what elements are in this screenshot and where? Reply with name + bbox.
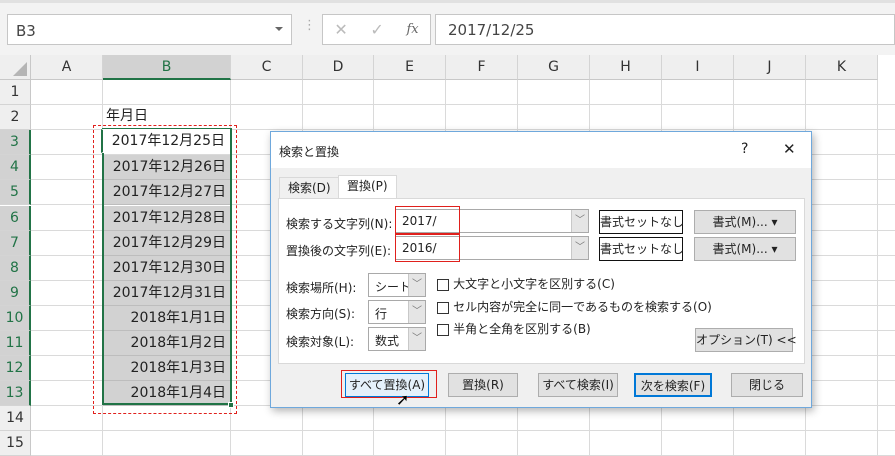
highlight-box xyxy=(341,370,437,398)
enter-icon[interactable]: ✓ xyxy=(370,20,383,39)
dialog-title: 検索と置換 xyxy=(279,145,340,159)
within-select[interactable]: シート ﹀ xyxy=(368,273,426,297)
formula-buttons: ✕ ✓ fx xyxy=(322,14,431,45)
search-value: 行 xyxy=(375,307,388,321)
row-header-15[interactable]: 15 xyxy=(0,431,31,456)
replace-label: 置換後の文字列(E): xyxy=(286,244,391,258)
row-header-3[interactable]: 3 xyxy=(0,130,31,156)
column-header-G[interactable]: G xyxy=(518,55,590,80)
column-header-H[interactable]: H xyxy=(590,55,662,80)
chevron-down-icon[interactable]: ﹀ xyxy=(408,301,425,323)
lookin-select[interactable]: 数式 ﹀ xyxy=(368,327,426,351)
mouse-cursor-icon: ➚ xyxy=(396,390,410,409)
options-button[interactable]: オプション(T) << xyxy=(695,328,797,352)
row-header-13[interactable]: 13 xyxy=(0,381,31,407)
replace-format-status: 書式セットなし xyxy=(599,237,684,261)
row-header-1[interactable]: 1 xyxy=(0,80,31,105)
option-label: セル内容が完全に同一であるものを検索する(O) xyxy=(453,300,712,314)
find-replace-dialog: 検索と置換 ? ✕ 検索(D) 置換(P) 検索する文字列(N): 2017/﹀… xyxy=(270,131,812,408)
search-select[interactable]: 行 ﹀ xyxy=(368,300,426,324)
row-header-12[interactable]: 12 xyxy=(0,356,31,382)
within-label: 検索場所(H): xyxy=(286,281,357,295)
dialog-titlebar: 検索と置換 ? ✕ xyxy=(271,132,811,168)
replace-button[interactable]: 置換(R) xyxy=(448,373,518,397)
fill-handle[interactable] xyxy=(228,402,234,408)
gridline xyxy=(31,104,895,105)
find-format-button[interactable]: 書式(M)... ▾ xyxy=(694,210,796,234)
option-label: 大文字と小文字を区別する(C) xyxy=(453,277,615,291)
row-header-6[interactable]: 6 xyxy=(0,205,31,231)
find-format-status: 書式セットなし xyxy=(599,210,684,234)
column-header-F[interactable]: F xyxy=(446,55,518,80)
row-header-5[interactable]: 5 xyxy=(0,180,31,206)
select-all-button[interactable] xyxy=(0,55,31,80)
replace-panel: 検索する文字列(N): 2017/﹀ 書式セットなし 書式(M)... ▾ 置換… xyxy=(278,198,805,364)
row-header-4[interactable]: 4 xyxy=(0,155,31,181)
search-label: 検索方向(S): xyxy=(286,307,356,321)
option-label: 半角と全角を区別する(B) xyxy=(453,322,591,336)
find-label: 検索する文字列(N): xyxy=(286,217,393,231)
selection-border xyxy=(102,128,232,405)
column-header-B[interactable]: B xyxy=(103,55,231,80)
checkbox[interactable] xyxy=(437,301,449,314)
name-box-value: B3 xyxy=(16,22,36,40)
column-header-A[interactable]: A xyxy=(31,55,103,80)
find-all-button[interactable]: すべて検索(I) xyxy=(538,373,618,397)
highlight-box xyxy=(395,206,460,235)
row-header-7[interactable]: 7 xyxy=(0,230,31,256)
cancel-icon[interactable]: ✕ xyxy=(334,20,347,39)
active-cell-B3[interactable]: 2017年12月25日 xyxy=(101,129,230,153)
replace-format-button[interactable]: 書式(M)... ▾ xyxy=(694,237,796,261)
insert-function-icon[interactable]: fx xyxy=(406,22,418,37)
row-header-9[interactable]: 9 xyxy=(0,280,31,306)
option-match-byte[interactable]: 半角と全角を区別する(B) xyxy=(437,320,591,337)
close-button[interactable]: 閉じる xyxy=(731,373,803,397)
row-header-11[interactable]: 11 xyxy=(0,331,31,356)
chevron-down-icon[interactable] xyxy=(275,27,283,31)
chevron-down-icon[interactable]: ﹀ xyxy=(571,237,588,259)
highlight-box xyxy=(395,233,460,262)
close-icon[interactable]: ✕ xyxy=(783,140,796,158)
option-match-entire[interactable]: セル内容が完全に同一であるものを検索する(O) xyxy=(437,298,712,315)
option-match-case[interactable]: 大文字と小文字を区別する(C) xyxy=(437,275,615,292)
gridline xyxy=(31,430,895,432)
drag-handle-icon[interactable]: ⋮ xyxy=(303,18,316,33)
format-label: 書式(M)... xyxy=(712,242,768,256)
tab-find[interactable]: 検索(D) xyxy=(279,177,340,199)
tab-replace[interactable]: 置換(P) xyxy=(338,175,397,199)
column-header-C[interactable]: C xyxy=(231,55,303,80)
lookin-value: 数式 xyxy=(375,334,400,348)
gridline xyxy=(877,80,878,456)
help-button[interactable]: ? xyxy=(741,141,748,157)
column-header-E[interactable]: E xyxy=(374,55,446,80)
format-label: 書式(M)... xyxy=(712,215,768,229)
chevron-down-icon[interactable]: ﹀ xyxy=(408,274,425,296)
row-header-8[interactable]: 8 xyxy=(0,255,31,281)
row-header-14[interactable]: 14 xyxy=(0,406,31,432)
checkbox[interactable] xyxy=(437,278,449,291)
name-box[interactable]: B3 xyxy=(7,14,292,45)
chevron-down-icon[interactable]: ﹀ xyxy=(571,210,588,232)
column-header-J[interactable]: J xyxy=(734,55,806,80)
column-header-D[interactable]: D xyxy=(303,55,374,80)
row-header-10[interactable]: 10 xyxy=(0,305,31,331)
cell-B2[interactable]: 年月日 xyxy=(106,104,148,129)
lookin-label: 検索対象(L): xyxy=(286,335,355,349)
column-header-K[interactable]: K xyxy=(806,55,878,80)
formula-input[interactable]: 2017/12/25 xyxy=(435,14,895,45)
find-next-button[interactable]: 次を検索(F) xyxy=(634,373,712,397)
checkbox[interactable] xyxy=(437,323,449,336)
chevron-down-icon[interactable]: ﹀ xyxy=(408,328,425,350)
within-value: シート xyxy=(375,280,412,294)
column-header-I[interactable]: I xyxy=(662,55,734,80)
row-header-2[interactable]: 2 xyxy=(0,105,31,131)
